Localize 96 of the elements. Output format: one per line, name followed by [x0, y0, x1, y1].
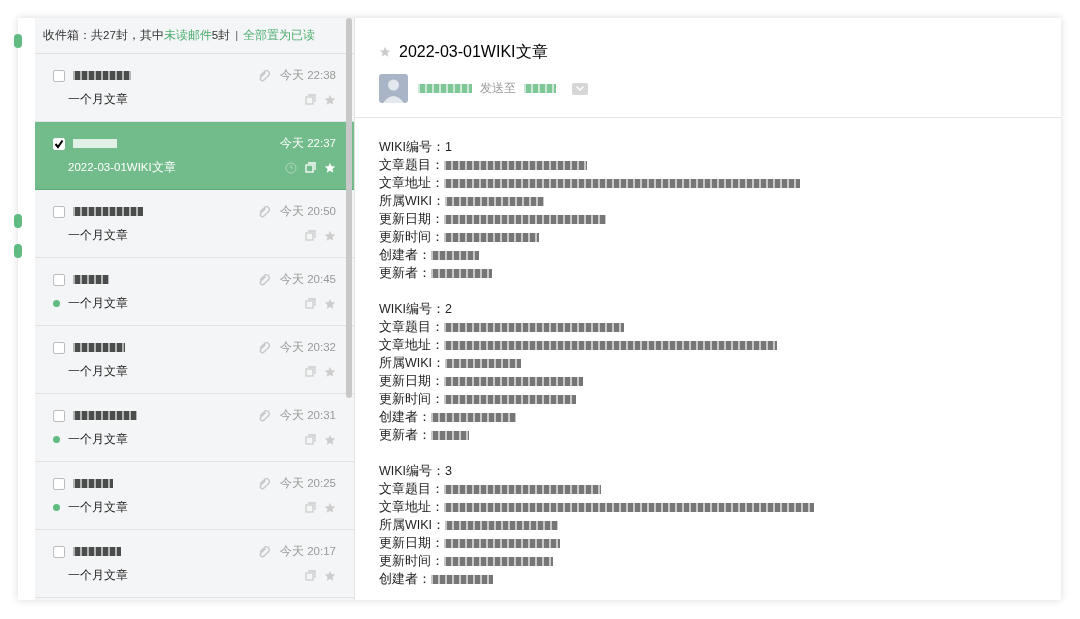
inbox-count-text: 收件箱：共27封，其中	[43, 27, 164, 43]
field-value: 3	[445, 462, 453, 480]
star-icon[interactable]	[324, 229, 336, 242]
mail-row[interactable]: 今天 20:17 一个月文章	[35, 530, 354, 598]
copy-icon[interactable]	[305, 94, 316, 105]
copy-icon[interactable]	[305, 570, 316, 581]
mail-time: 今天 20:17	[280, 543, 336, 559]
copy-icon[interactable]	[305, 298, 316, 309]
redaction-mark	[431, 268, 492, 278]
mail-subject: 一个月文章	[68, 567, 128, 583]
field-label: 更新时间：	[379, 228, 444, 246]
mail-subject: 一个月文章	[68, 363, 128, 379]
field-label: 更新者：	[379, 264, 431, 282]
field-label: 文章题目：	[379, 480, 444, 498]
field-label: 更新时间：	[379, 552, 444, 570]
mail-time: 今天 20:45	[280, 271, 336, 287]
star-icon[interactable]	[379, 46, 391, 58]
field-label: 创建者：	[379, 246, 431, 264]
mail-time: 今天 22:37	[280, 135, 336, 151]
field-label: WIKI编号：	[379, 138, 446, 156]
mail-row[interactable]: 今天 20:31 一个月文章	[35, 394, 354, 462]
redaction-mark	[73, 139, 117, 148]
copy-icon[interactable]	[305, 502, 316, 513]
mail-row[interactable]: 今天 20:25 一个月文章	[35, 462, 354, 530]
checkbox[interactable]	[53, 273, 65, 286]
mail-time: 今天 20:50	[280, 203, 336, 219]
checkbox[interactable]	[53, 409, 65, 422]
mail-subject: 一个月文章	[68, 499, 128, 515]
star-icon[interactable]	[324, 365, 336, 378]
redaction-mark	[73, 343, 125, 352]
star-icon[interactable]	[324, 297, 336, 310]
field-label: 文章题目：	[379, 156, 444, 174]
checkbox[interactable]	[53, 69, 65, 82]
star-icon[interactable]	[324, 433, 336, 446]
scrollbar[interactable]	[346, 18, 352, 398]
field-label: 所属WIKI：	[379, 192, 446, 210]
mail-subject: 一个月文章	[68, 431, 128, 447]
separator-text: |	[235, 27, 239, 43]
checkbox[interactable]	[53, 545, 65, 558]
mail-subject: 一个月文章	[68, 91, 128, 107]
unread-count-text: 5封	[211, 27, 231, 43]
field-label: 文章地址：	[379, 336, 444, 354]
redaction-mark	[418, 84, 472, 93]
field-label: 更新时间：	[379, 390, 444, 408]
field-label: 更新日期：	[379, 534, 444, 552]
field-label: WIKI编号：	[379, 300, 446, 318]
copy-icon[interactable]	[305, 366, 316, 377]
redaction-mark	[431, 250, 479, 260]
redaction-mark	[73, 547, 121, 556]
field-value: 1	[445, 138, 453, 156]
status-pill	[14, 244, 22, 258]
mail-time: 今天 20:25	[280, 475, 336, 491]
redaction-mark	[431, 574, 493, 584]
star-icon[interactable]	[324, 161, 336, 174]
mail-subject: 2022-03-01WIKI文章	[68, 159, 176, 175]
star-icon[interactable]	[324, 501, 336, 514]
checkbox[interactable]	[53, 477, 65, 490]
dropdown-button[interactable]	[572, 82, 588, 95]
mail-time: 今天 22:38	[280, 67, 336, 83]
redaction-mark	[73, 275, 109, 284]
checkbox[interactable]	[53, 205, 65, 218]
checkbox[interactable]	[53, 341, 65, 354]
mail-time: 今天 20:32	[280, 339, 336, 355]
redaction-mark	[73, 411, 137, 420]
mail-subject: 一个月文章	[68, 295, 128, 311]
field-label: 更新日期：	[379, 372, 444, 390]
mail-time: 今天 20:31	[280, 407, 336, 423]
field-value: 2	[445, 300, 453, 318]
field-label: 更新日期：	[379, 210, 444, 228]
redaction-mark	[73, 479, 113, 488]
clock-icon[interactable]	[285, 161, 297, 174]
field-label: 所属WIKI：	[379, 516, 446, 534]
redaction-mark	[524, 84, 556, 93]
copy-icon[interactable]	[305, 434, 316, 445]
message-title: 2022-03-01WIKI文章	[399, 42, 548, 62]
sent-to-label: 发送至	[480, 80, 516, 96]
redaction-mark	[73, 207, 143, 216]
field-label: 所属WIKI：	[379, 354, 446, 372]
redaction-mark	[431, 430, 469, 440]
mail-subject: 一个月文章	[68, 227, 128, 243]
copy-icon[interactable]	[305, 230, 316, 241]
field-label: 创建者：	[379, 570, 431, 588]
status-pill	[14, 34, 22, 48]
field-label: 文章地址：	[379, 174, 444, 192]
star-icon[interactable]	[324, 93, 336, 106]
avatar-icon	[379, 74, 408, 103]
redaction-mark	[73, 71, 131, 80]
field-label: WIKI编号：	[379, 462, 446, 480]
caret-icon	[576, 86, 584, 91]
star-icon[interactable]	[324, 569, 336, 582]
field-label: 文章地址：	[379, 498, 444, 516]
field-label: 更新者：	[379, 426, 431, 444]
status-pill	[14, 214, 22, 228]
field-label: 文章题目：	[379, 318, 444, 336]
field-label: 创建者：	[379, 408, 431, 426]
copy-icon[interactable]	[305, 162, 316, 173]
